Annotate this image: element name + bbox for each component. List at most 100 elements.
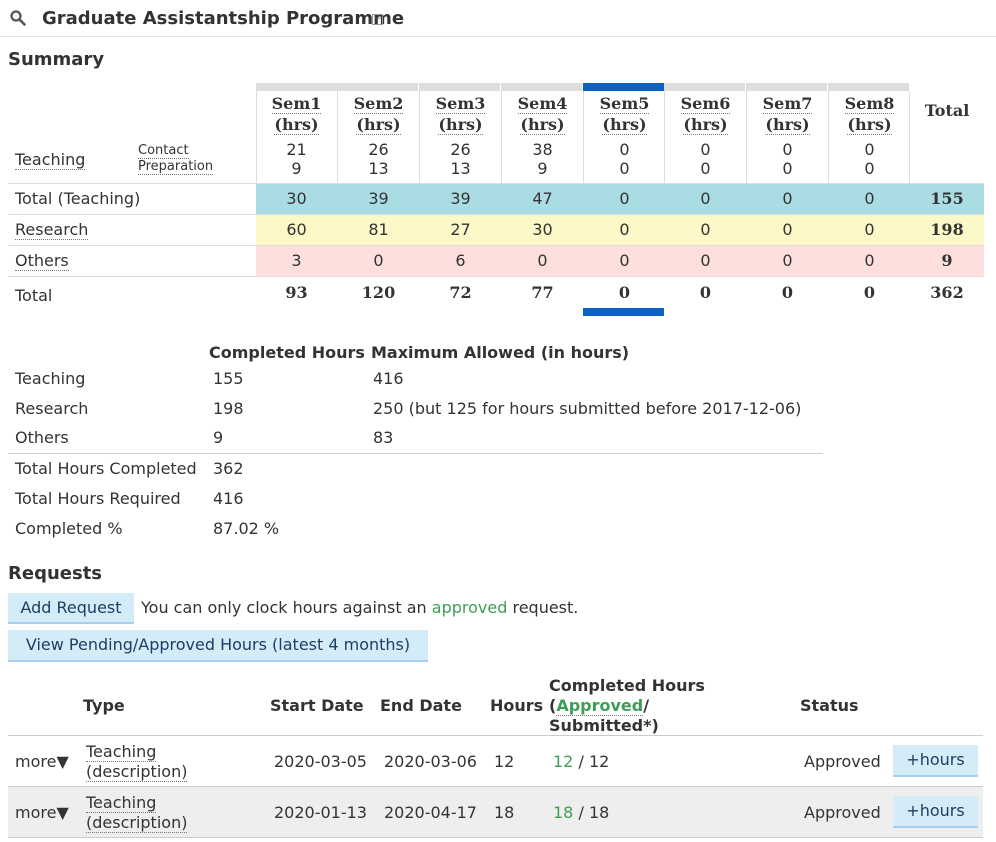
add-hours-button[interactable]: +hours bbox=[893, 796, 978, 828]
sem-header: Sem4 (hrs) bbox=[517, 94, 568, 135]
row-divider bbox=[8, 276, 984, 277]
max-research-value: 250 (but 125 for hours submitted before … bbox=[373, 399, 802, 418]
sem-header: Sem3 (hrs) bbox=[435, 94, 486, 135]
completed-percent-value: 87.02 % bbox=[213, 519, 280, 538]
preparation-hours-cell: 0 bbox=[619, 159, 630, 178]
preparation-hours-cell: 13 bbox=[450, 159, 471, 178]
col-start-date: Start Date bbox=[270, 696, 364, 715]
sem-header: Sem8 (hrs) bbox=[844, 94, 895, 135]
sem-header: Sem5 (hrs) bbox=[599, 94, 650, 135]
sem-header: Sem6 (hrs) bbox=[680, 94, 731, 135]
research-cell: 81 bbox=[368, 220, 389, 239]
grand-total-label: Total bbox=[15, 286, 53, 305]
others-cell: 0 bbox=[619, 251, 630, 270]
total-header: Total bbox=[924, 101, 970, 120]
research-cell: 0 bbox=[700, 220, 711, 239]
completed-divider bbox=[8, 453, 823, 454]
preparation-label: Preparation bbox=[138, 159, 214, 175]
sem-bar bbox=[256, 83, 337, 91]
total-teaching-label: Total (Teaching) bbox=[15, 189, 141, 208]
preparation-hours-cell: 0 bbox=[700, 159, 711, 178]
sem-bar bbox=[501, 83, 582, 91]
preparation-hours-cell: 0 bbox=[782, 159, 793, 178]
request-type: Teaching (description) bbox=[86, 742, 188, 782]
total-teaching-total: 155 bbox=[930, 189, 964, 208]
contact-hours-cell: 0 bbox=[864, 140, 875, 159]
current-sem-marker bbox=[583, 308, 664, 316]
grand-total-cell: 120 bbox=[361, 283, 396, 302]
research-cell: 27 bbox=[450, 220, 471, 239]
contact-hours-cell: 26 bbox=[368, 140, 389, 159]
contact-hours-cell: 0 bbox=[700, 140, 711, 159]
page-title: Graduate Assistantship Programme bbox=[42, 8, 405, 29]
completed-others-value: 9 bbox=[213, 428, 224, 447]
total-completed-label: Total Hours Completed bbox=[15, 459, 197, 478]
completed-research-label: Research bbox=[15, 399, 89, 418]
grand-total-value: 362 bbox=[930, 283, 964, 302]
research-cell: 60 bbox=[286, 220, 307, 239]
contact-hours-cell: 0 bbox=[619, 140, 630, 159]
hours-value: 12 bbox=[494, 752, 515, 771]
sem-bar bbox=[419, 83, 500, 91]
add-request-button[interactable]: Add Request bbox=[8, 593, 134, 624]
others-cell: 0 bbox=[537, 251, 548, 270]
completed-teaching-label: Teaching bbox=[15, 369, 86, 388]
table-row: more▼ Teaching (description) 2020-01-13 2… bbox=[8, 787, 983, 838]
contact-hours-cell: 38 bbox=[532, 140, 553, 159]
total-teaching-cell: 0 bbox=[864, 189, 875, 208]
completed-percent-label: Completed % bbox=[15, 519, 123, 538]
research-label: Research bbox=[15, 220, 89, 240]
others-cell: 0 bbox=[373, 251, 384, 270]
completed-research-value: 198 bbox=[213, 399, 244, 418]
grand-total-cell: 0 bbox=[618, 283, 631, 302]
contact-hours-cell: 0 bbox=[782, 140, 793, 159]
col-status: Status bbox=[800, 696, 859, 715]
header-divider bbox=[0, 36, 996, 37]
others-total: 9 bbox=[941, 251, 953, 270]
col-completed-hours: Completed Hours (Approved/ Submitted*) bbox=[549, 676, 705, 736]
total-required-label: Total Hours Required bbox=[15, 489, 181, 508]
requests-title: Requests bbox=[8, 563, 103, 584]
research-cell: 0 bbox=[864, 220, 875, 239]
total-required-value: 416 bbox=[213, 489, 244, 508]
total-teaching-cell: 39 bbox=[368, 189, 389, 208]
max-allowed-header: Maximum Allowed (in hours) bbox=[371, 343, 630, 362]
request-note: You can only clock hours against an appr… bbox=[141, 598, 579, 617]
status-badge: Approved bbox=[804, 803, 881, 822]
start-date: 2020-01-13 bbox=[274, 803, 367, 822]
add-hours-button[interactable]: +hours bbox=[893, 745, 978, 777]
col-hours: Hours bbox=[490, 696, 544, 715]
preparation-hours-cell: 13 bbox=[368, 159, 389, 178]
total-teaching-cell: 30 bbox=[286, 189, 307, 208]
search-icon[interactable] bbox=[10, 10, 26, 26]
sem-bar bbox=[337, 83, 418, 91]
completed-teaching-value: 155 bbox=[213, 369, 244, 388]
end-date: 2020-03-06 bbox=[384, 752, 477, 771]
total-teaching-cell: 0 bbox=[782, 189, 793, 208]
col-type: Type bbox=[83, 696, 125, 715]
total-teaching-cell: 0 bbox=[619, 189, 630, 208]
contact-label: Contact bbox=[138, 143, 189, 159]
collapse-icon[interactable]: − bbox=[372, 14, 383, 25]
contact-hours-cell: 21 bbox=[286, 140, 307, 159]
table-row: more▼ Teaching (description) 2020-03-05 2… bbox=[8, 736, 983, 787]
preparation-hours-cell: 9 bbox=[537, 159, 548, 178]
total-teaching-cell: 0 bbox=[700, 189, 711, 208]
sem-bar bbox=[664, 83, 745, 91]
more-link[interactable]: more▼ bbox=[15, 803, 69, 822]
others-label: Others bbox=[15, 251, 69, 271]
start-date: 2020-03-05 bbox=[274, 752, 367, 771]
research-cell: 0 bbox=[619, 220, 630, 239]
sem-bar bbox=[746, 83, 827, 91]
col-end-date: End Date bbox=[380, 696, 462, 715]
research-cell: 30 bbox=[532, 220, 553, 239]
total-teaching-cell: 47 bbox=[532, 189, 553, 208]
completed-hours-value: 18 / 18 bbox=[553, 803, 610, 822]
more-link[interactable]: more▼ bbox=[15, 752, 69, 771]
teaching-label: Teaching bbox=[15, 150, 86, 170]
sem-header: Sem2 (hrs) bbox=[353, 94, 404, 135]
max-teaching-value: 416 bbox=[373, 369, 404, 388]
view-hours-button[interactable]: View Pending/Approved Hours (latest 4 mo… bbox=[8, 630, 428, 662]
hours-value: 18 bbox=[494, 803, 515, 822]
contact-hours-cell: 26 bbox=[450, 140, 471, 159]
